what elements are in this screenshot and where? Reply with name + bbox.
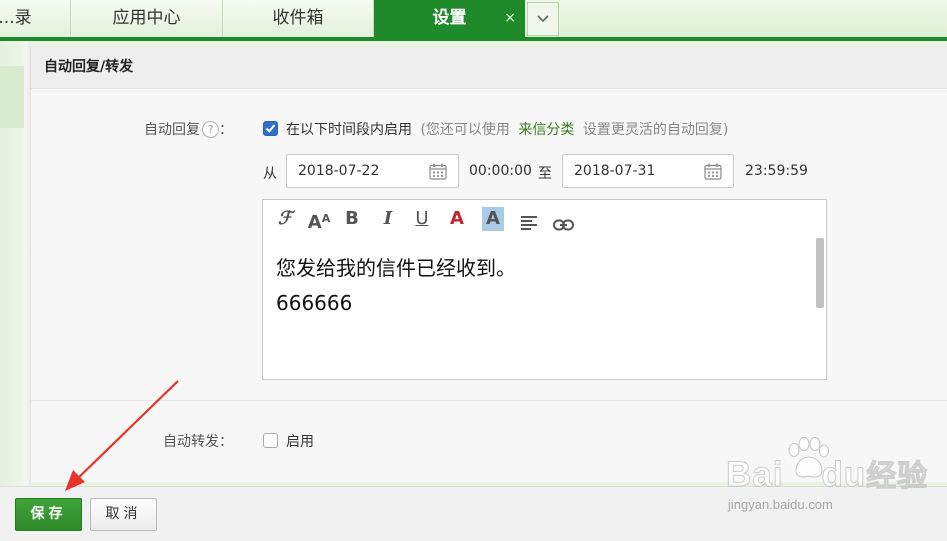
editor-scrollbar[interactable] bbox=[815, 238, 825, 378]
chevron-down-icon bbox=[537, 15, 549, 23]
align-icon[interactable] bbox=[520, 211, 538, 235]
end-date-input[interactable]: 2018-07-31 bbox=[562, 154, 734, 188]
editor-content[interactable]: 您发给我的信件已经收到。 666666 bbox=[276, 252, 516, 322]
tab-label: 收件箱 bbox=[272, 8, 324, 28]
section-divider bbox=[31, 400, 947, 401]
end-time: 23:59:59 bbox=[745, 163, 808, 179]
tab-inbox[interactable]: 收件箱 bbox=[223, 0, 374, 38]
editor-line: 666666 bbox=[276, 291, 353, 315]
reply-editor[interactable]: ℱ AA B I U A A 您发给我的信件已经收到。 666666 bbox=[262, 199, 827, 380]
font-family-icon[interactable]: ℱ bbox=[274, 207, 296, 231]
action-bar: 保存 取消 bbox=[0, 486, 947, 541]
auto-reply-checkbox[interactable] bbox=[263, 121, 278, 136]
tab-label: 应用中心 bbox=[112, 8, 181, 28]
auto-reply-label-text: 自动回复 bbox=[144, 122, 200, 138]
calendar-icon[interactable] bbox=[704, 163, 722, 180]
close-icon[interactable]: × bbox=[504, 0, 516, 36]
label-colon: ： bbox=[219, 122, 233, 138]
link-icon[interactable] bbox=[553, 213, 574, 237]
cancel-button[interactable]: 取消 bbox=[90, 498, 157, 531]
enable-text: 在以下时间段内启用 bbox=[286, 122, 412, 138]
mail-category-link[interactable]: 来信分类 bbox=[518, 122, 574, 138]
tab-app-center[interactable]: 应用中心 bbox=[71, 0, 223, 38]
tab-bar: ...录 应用中心 收件箱 设置 × bbox=[0, 0, 947, 38]
italic-icon[interactable]: I bbox=[379, 207, 397, 231]
tab-truncated[interactable]: ...录 bbox=[0, 0, 71, 38]
save-button[interactable]: 保存 bbox=[15, 498, 82, 531]
panel-title: 自动回复/转发 bbox=[44, 59, 134, 75]
editor-toolbar: ℱ AA B I U A A bbox=[263, 200, 826, 238]
tab-label: ...录 bbox=[0, 8, 32, 28]
tab-dropdown-button[interactable] bbox=[527, 2, 559, 36]
underline-icon[interactable]: U bbox=[413, 207, 431, 231]
calendar-icon[interactable] bbox=[429, 163, 447, 180]
panel-header: 自动回复/转发 bbox=[31, 46, 947, 89]
help-icon[interactable]: ? bbox=[202, 121, 219, 138]
hint-suffix: 设置更灵活的自动回复) bbox=[582, 122, 729, 138]
font-size-icon[interactable]: AA bbox=[307, 207, 331, 233]
editor-line: 您发给我的信件已经收到。 bbox=[276, 256, 516, 280]
highlight-color-icon[interactable]: A bbox=[482, 207, 504, 231]
auto-forward-enable-text: 启用 bbox=[286, 434, 314, 450]
left-sidebar-edge bbox=[0, 41, 30, 486]
start-date-input[interactable]: 2018-07-22 bbox=[286, 154, 459, 188]
auto-forward-checkbox[interactable] bbox=[263, 433, 278, 448]
tab-settings[interactable]: 设置 × bbox=[374, 0, 525, 38]
auto-reply-label: 自动回复?： bbox=[144, 119, 233, 139]
start-time: 00:00:00 bbox=[469, 163, 532, 179]
checkmark-icon bbox=[265, 124, 276, 133]
auto-forward-label: 自动转发： bbox=[163, 434, 233, 450]
tab-label: 设置 bbox=[432, 8, 467, 28]
sidebar-highlight bbox=[0, 66, 24, 128]
hint-prefix: (您还可以使用 bbox=[420, 122, 510, 138]
auto-reply-enable-text: 在以下时间段内启用 (您还可以使用 来信分类 设置更灵活的自动回复) bbox=[286, 119, 728, 139]
font-color-icon[interactable]: A bbox=[448, 207, 466, 231]
scrollbar-thumb[interactable] bbox=[816, 238, 824, 308]
tab-underline bbox=[0, 37, 947, 41]
start-date-value: 2018-07-22 bbox=[298, 163, 380, 179]
from-label: 从 bbox=[263, 166, 277, 182]
to-label: 至 bbox=[538, 166, 552, 182]
end-date-value: 2018-07-31 bbox=[574, 163, 656, 179]
bold-icon[interactable]: B bbox=[343, 207, 361, 231]
